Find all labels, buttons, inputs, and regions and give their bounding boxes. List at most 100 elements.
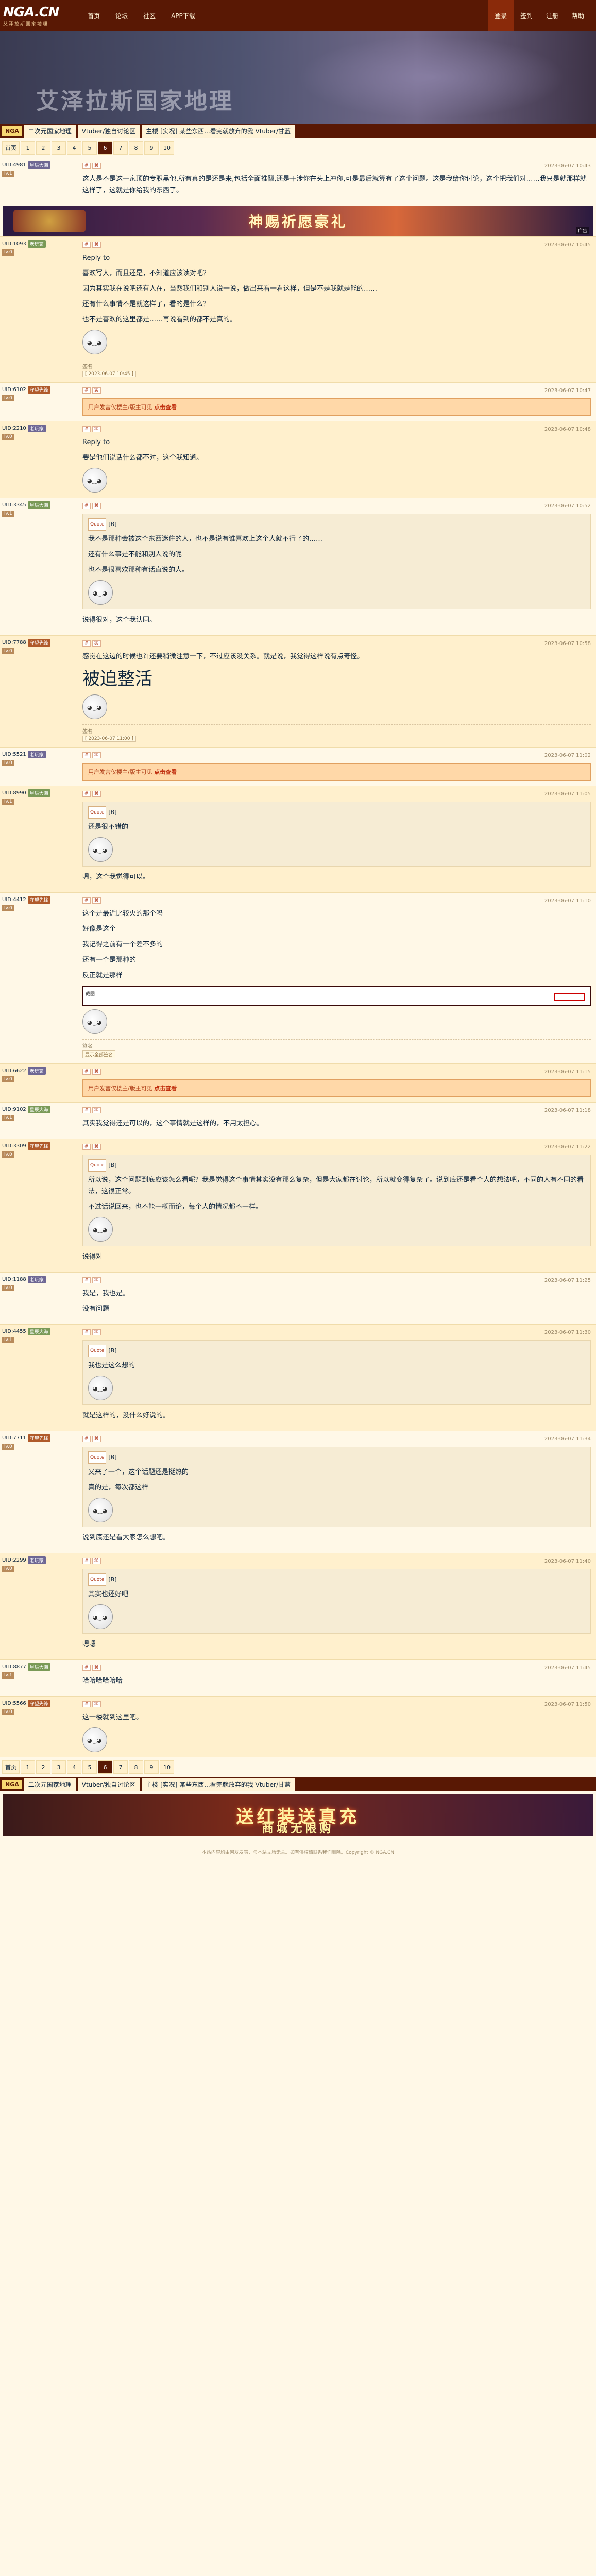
post-tag[interactable]: # (82, 1329, 91, 1335)
page-link[interactable]: 8 (129, 141, 143, 155)
breadcrumb-item[interactable]: 二次元国家地理 (24, 124, 76, 138)
nav-forum[interactable]: 论坛 (115, 11, 128, 20)
breadcrumb-site[interactable]: NGA (2, 126, 22, 136)
page-link[interactable]: 5 (82, 1760, 97, 1774)
post-tag[interactable]: ⌘ (92, 242, 101, 248)
signature-button[interactable]: [ 2023-06-07 11:00 ] (82, 736, 136, 742)
register-button[interactable]: 注册 (539, 0, 565, 31)
username[interactable]: UID:3345 (2, 502, 26, 508)
username[interactable]: UID:2210 (2, 426, 26, 431)
screenshot-image[interactable]: 截图 (82, 986, 591, 1006)
post-tag[interactable]: ⌘ (92, 1701, 101, 1707)
page-first[interactable]: 首页 (2, 141, 20, 155)
hidden-view-button[interactable]: 点击查看 (154, 769, 177, 775)
page-link[interactable]: 3 (52, 1760, 66, 1774)
page-link[interactable]: 2 (36, 141, 50, 155)
username[interactable]: UID:1188 (2, 1277, 26, 1282)
post-tag[interactable]: ⌘ (92, 1665, 101, 1671)
quote-user[interactable]: [B] (108, 519, 116, 530)
username[interactable]: UID:8877 (2, 1664, 26, 1670)
post-tag[interactable]: ⌘ (92, 1107, 101, 1113)
post-tag[interactable]: # (82, 1436, 91, 1442)
page-link[interactable]: 5 (82, 141, 97, 155)
username[interactable]: UID:4455 (2, 1329, 26, 1334)
page-link[interactable]: 10 (160, 1760, 174, 1774)
page-link[interactable]: 8 (129, 1760, 143, 1774)
post-tag[interactable]: # (82, 1107, 91, 1113)
bottom-ad-banner[interactable]: 送红装送真充 商城无限购 (3, 1794, 593, 1836)
username[interactable]: UID:7711 (2, 1435, 26, 1441)
post-tag[interactable]: # (82, 897, 91, 904)
post-tag[interactable]: ⌘ (92, 1277, 101, 1283)
page-link[interactable]: 4 (67, 141, 81, 155)
breadcrumb-item[interactable]: 主楼 [实况] 某些东西...看完就放弃的我 Vtuber/甘蓝 (142, 1777, 295, 1791)
ad-banner[interactable]: 神赐祈愿豪礼 广告 (3, 206, 593, 236)
post-tag[interactable]: # (82, 503, 91, 509)
post-tag[interactable]: # (82, 640, 91, 647)
hidden-view-button[interactable]: 点击查看 (154, 1085, 177, 1092)
post-tag[interactable]: ⌘ (92, 503, 101, 509)
username[interactable]: UID:5566 (2, 1701, 26, 1706)
page-link[interactable]: 2 (36, 1760, 50, 1774)
quote-user[interactable]: [B] (108, 1160, 116, 1171)
post-tag[interactable]: # (82, 242, 91, 248)
username[interactable]: UID:4412 (2, 897, 26, 903)
post-tag[interactable]: # (82, 426, 91, 432)
page-link[interactable]: 9 (144, 1760, 159, 1774)
post-tag[interactable]: ⌘ (92, 1558, 101, 1564)
login-button[interactable]: 登录 (488, 0, 514, 31)
page-link[interactable]: 4 (67, 1760, 81, 1774)
quote-user[interactable]: [B] (108, 807, 116, 818)
post-tag[interactable]: ⌘ (92, 752, 101, 758)
help-button[interactable]: 帮助 (565, 0, 591, 31)
page-link[interactable]: 7 (113, 141, 128, 155)
page-first[interactable]: 首页 (2, 1760, 20, 1774)
breadcrumb-item[interactable]: 二次元国家地理 (24, 1777, 76, 1791)
post-tag[interactable]: # (82, 1069, 91, 1075)
post-tag[interactable]: ⌘ (92, 640, 101, 647)
nav-app[interactable]: APP下载 (171, 11, 195, 20)
nav-community[interactable]: 社区 (143, 11, 156, 20)
post-tag[interactable]: # (82, 1558, 91, 1564)
post-tag[interactable]: # (82, 163, 91, 169)
username[interactable]: UID:5521 (2, 752, 26, 757)
post-tag[interactable]: ⌘ (92, 1144, 101, 1150)
page-current[interactable]: 6 (98, 141, 112, 155)
post-tag[interactable]: # (82, 1665, 91, 1671)
post-tag[interactable]: ⌘ (92, 163, 101, 169)
username[interactable]: UID:1093 (2, 241, 26, 247)
username[interactable]: UID:7788 (2, 640, 26, 646)
post-tag[interactable]: ⌘ (92, 426, 101, 432)
page-link[interactable]: 1 (21, 1760, 35, 1774)
page-link[interactable]: 1 (21, 141, 35, 155)
nav-home[interactable]: 首页 (88, 11, 100, 20)
post-tag[interactable]: # (82, 791, 91, 797)
page-link[interactable]: 10 (160, 141, 174, 155)
username[interactable]: UID:9102 (2, 1107, 26, 1112)
quote-user[interactable]: [B] (108, 1452, 116, 1463)
post-tag[interactable]: # (82, 1701, 91, 1707)
post-tag[interactable]: ⌘ (92, 1069, 101, 1075)
signature-button[interactable]: [ 2023-06-07 10:45 ] (82, 371, 136, 377)
username[interactable]: UID:8990 (2, 790, 26, 796)
post-tag[interactable]: ⌘ (92, 1329, 101, 1335)
page-link[interactable]: 3 (52, 141, 66, 155)
post-tag[interactable]: # (82, 752, 91, 758)
post-tag[interactable]: ⌘ (92, 387, 101, 394)
breadcrumb-item[interactable]: Vtuber/独自讨论区 (77, 1777, 140, 1791)
post-tag[interactable]: # (82, 387, 91, 394)
breadcrumb-item[interactable]: Vtuber/独自讨论区 (77, 124, 140, 138)
signature-button[interactable]: 显示全部签名 (82, 1050, 116, 1058)
page-link[interactable]: 9 (144, 141, 159, 155)
quote-user[interactable]: [B] (108, 1345, 116, 1357)
reply-label[interactable]: Reply to (82, 254, 110, 262)
breadcrumb-site[interactable]: NGA (2, 1779, 22, 1789)
post-tag[interactable]: # (82, 1144, 91, 1150)
username[interactable]: UID:3309 (2, 1143, 26, 1149)
signin-button[interactable]: 签到 (514, 0, 539, 31)
page-link[interactable]: 7 (113, 1760, 128, 1774)
post-tag[interactable]: # (82, 1277, 91, 1283)
post-tag[interactable]: ⌘ (92, 1436, 101, 1442)
breadcrumb-item[interactable]: 主楼 [实况] 某些东西...看完就放弃的我 Vtuber/甘蓝 (142, 124, 295, 138)
quote-user[interactable]: [B] (108, 1574, 116, 1585)
